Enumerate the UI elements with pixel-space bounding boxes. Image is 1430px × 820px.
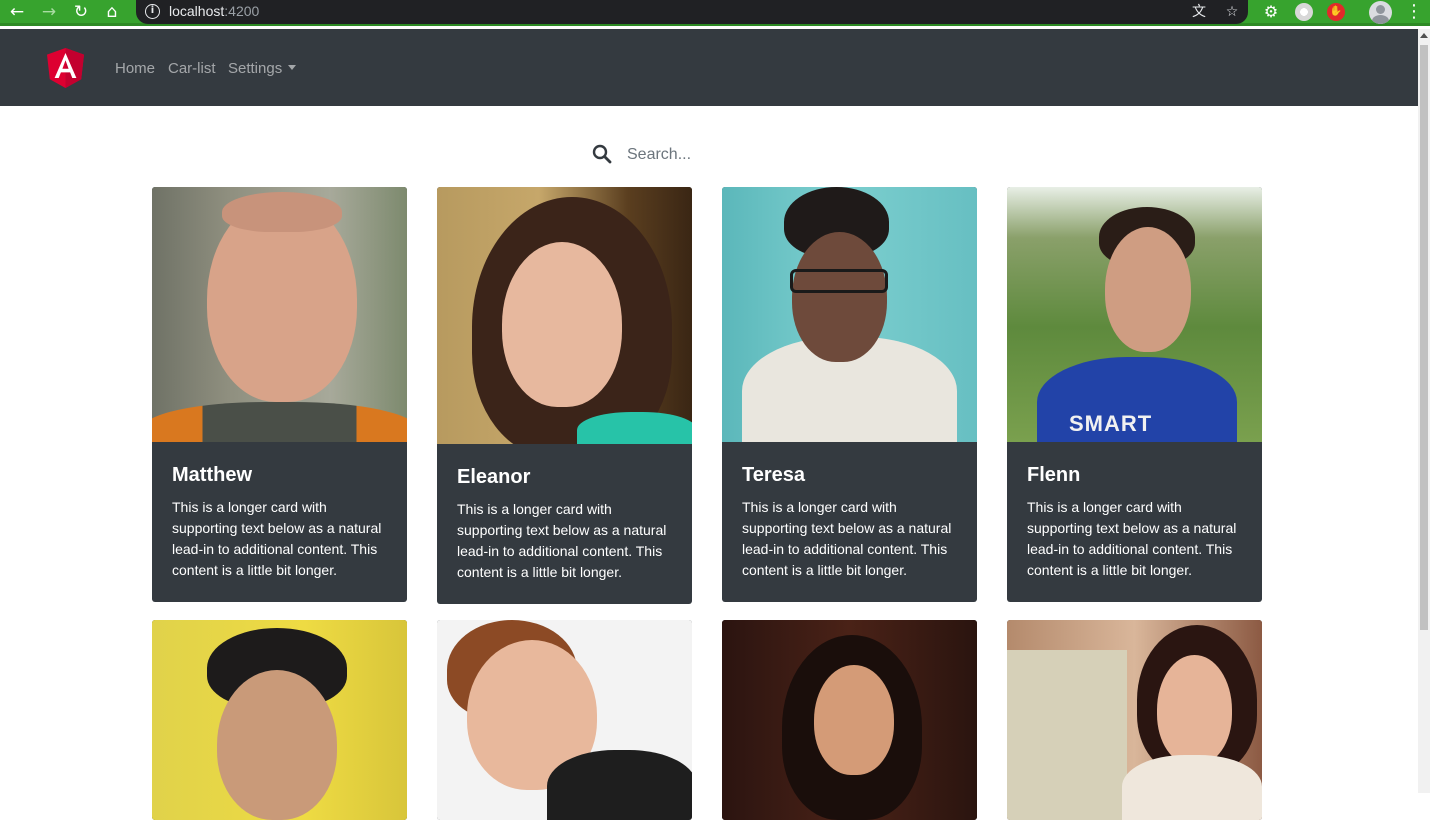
top-navbar: Home Car-list Settings (0, 29, 1418, 106)
caret-down-icon (288, 65, 297, 70)
card-teresa[interactable]: Teresa This is a longer card with suppor… (722, 187, 977, 602)
card-row2-3[interactable] (722, 620, 977, 820)
card-flenn[interactable]: SMART Flenn This is a longer card with s… (1007, 187, 1262, 602)
scrollbar-thumb[interactable] (1420, 45, 1428, 630)
site-info-icon[interactable]: i (145, 4, 160, 19)
bookmark-star-icon[interactable]: ☆ (1222, 2, 1242, 22)
block-extension-icon[interactable]: ✋ (1327, 3, 1345, 21)
card-matthew[interactable]: Matthew This is a longer card with suppo… (152, 187, 407, 602)
nav-settings-dropdown[interactable]: Settings (228, 60, 297, 77)
angular-logo-icon[interactable] (47, 48, 84, 88)
reload-icon[interactable]: ↻ (68, 0, 94, 24)
card-photo (722, 187, 977, 442)
card-title: Eleanor (457, 466, 531, 488)
card-title: Teresa (742, 464, 806, 486)
card-text: This is a longer card with supporting te… (172, 499, 382, 578)
card-eleanor[interactable]: Eleanor This is a longer card with suppo… (437, 187, 692, 604)
translate-icon[interactable]: 文 (1189, 2, 1209, 22)
card-photo (1007, 620, 1262, 820)
search-icon (592, 144, 612, 164)
card-row2-2[interactable] (437, 620, 692, 820)
settings-label: Settings (228, 60, 283, 77)
address-bar[interactable]: i localhost:4200 文 ☆ (136, 0, 1248, 24)
profile-avatar-icon[interactable] (1369, 1, 1392, 24)
settings-extension-icon[interactable]: ⚙ (1262, 3, 1280, 21)
card-row2-1[interactable] (152, 620, 407, 820)
browser-menu-icon[interactable]: ⋮ (1404, 0, 1424, 24)
page-scrollbar[interactable] (1418, 29, 1430, 793)
card-photo (152, 620, 407, 820)
scroll-up-icon[interactable] (1420, 33, 1428, 38)
card-photo (722, 620, 977, 820)
card-title: Matthew (172, 464, 252, 486)
nav-home-link[interactable]: Home (115, 60, 155, 77)
card-text: This is a longer card with supporting te… (457, 501, 667, 580)
address-url: localhost:4200 (169, 3, 260, 19)
nav-car-list-link[interactable]: Car-list (168, 60, 216, 77)
card-photo (437, 187, 692, 444)
home-icon[interactable]: ⌂ (99, 0, 125, 24)
card-text: This is a longer card with supporting te… (1027, 499, 1237, 578)
browser-toolbar: ← → ↻ ⌂ i localhost:4200 文 ☆ ⚙ ✋ ⋮ (0, 0, 1430, 26)
card-text: This is a longer card with supporting te… (742, 499, 952, 578)
card-photo: SMART (1007, 187, 1262, 442)
shirt-logo: SMART (1069, 411, 1153, 436)
card-title: Flenn (1027, 464, 1081, 486)
back-icon[interactable]: ← (4, 0, 30, 24)
card-photo (152, 187, 407, 442)
forward-icon[interactable]: → (36, 0, 62, 24)
search-input[interactable] (618, 140, 918, 170)
card-photo (437, 620, 692, 820)
extension-icon[interactable] (1295, 3, 1313, 21)
card-row2-4[interactable] (1007, 620, 1262, 820)
